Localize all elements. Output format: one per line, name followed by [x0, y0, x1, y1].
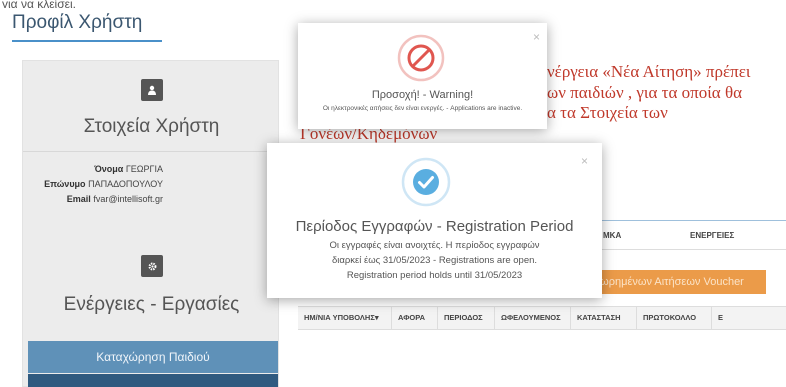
first-name-line: Όνομα ΓΕΩΡΓΙΑ: [23, 164, 163, 174]
email-value: fvar@intellisoft.gr: [93, 194, 163, 204]
registration-period-modal: × Περίοδος Εγγραφών - Registration Perio…: [267, 143, 602, 298]
title-underline: [12, 40, 162, 42]
user-sidebar-panel: Στοιχεία Χρήστη Όνομα ΓΕΩΡΓΙΑ Επώνυμο ΠΑ…: [22, 60, 280, 387]
notice-line-2: ων παιδιών , για τα οποία θα: [547, 83, 742, 102]
first-name-value: ΓΕΩΡΓΙΑ: [125, 164, 163, 174]
page-title: Προφίλ Χρήστη: [12, 12, 143, 33]
children-table-bottom-rule: [600, 249, 786, 250]
user-details-heading: Στοιχεία Χρήστη: [83, 116, 220, 137]
col-submission-date[interactable]: ΗΜ/ΝΙΑ ΥΠΟΒΟΛΗΣ▾: [298, 307, 392, 329]
notice-line-1: νέργεια «Νέα Αίτηση» πρέπει: [547, 62, 751, 81]
col-status[interactable]: ΚΑΤΑΣΤΑΣΗ: [571, 307, 637, 329]
registration-modal-message: Οι εγγραφές είναι ανοιχτές. Η περίοδος ε…: [329, 240, 540, 281]
check-circle-icon: [401, 157, 451, 207]
next-sidebar-button[interactable]: [28, 374, 278, 387]
last-name-value: ΠΑΠΑΔΟΠΟΥΛΟΥ: [88, 179, 163, 189]
notice-line-3: α τα Στοιχεία των: [547, 103, 668, 122]
col-period[interactable]: ΠΕΡΙΟΔΟΣ: [438, 307, 495, 329]
col-extra[interactable]: Ε: [712, 307, 786, 329]
first-name-label: Όνομα: [94, 164, 124, 174]
ban-icon: [397, 34, 445, 82]
warning-modal-title: Προσοχή! - Warning!: [371, 89, 474, 101]
children-table-top-rule: [600, 220, 786, 221]
gear-icon: [141, 255, 163, 277]
voucher-applications-button[interactable]: ωρημένων Αιτήσεων Voucher: [578, 270, 766, 294]
register-child-button[interactable]: Καταχώρηση Παιδιού: [28, 341, 278, 373]
registration-modal-title: Περίοδος Εγγραφών - Registration Period: [295, 218, 574, 235]
applications-table-header: ΗΜ/ΝΙΑ ΥΠΟΒΟΛΗΣ▾ ΑΦΟΡΑ ΠΕΡΙΟΔΟΣ ΩΦΕΛΟΥΜΕ…: [298, 306, 786, 330]
col-protocol[interactable]: ΠΡΩΤΟΚΟΛΛΟ: [637, 307, 712, 329]
warning-modal-close-icon[interactable]: ×: [533, 31, 540, 43]
divider: [23, 151, 280, 152]
email-line: Email fvar@intellisoft.gr: [23, 194, 163, 204]
last-name-line: Επώνυμο ΠΑΠΑΔΟΠΟΥΛΟΥ: [23, 179, 163, 189]
actions-heading: Ενέργειες - Εργασίες: [63, 294, 240, 315]
email-label: Email: [66, 194, 91, 204]
col-beneficiary[interactable]: ΩΦΕΛΟΥΜΕΝΟΣ: [495, 307, 571, 329]
children-table-header-actions: ΕΝΕΡΓΕΙΕΣ: [690, 231, 735, 240]
registration-modal-close-icon[interactable]: ×: [581, 155, 588, 167]
warning-modal: × Προσοχή! - Warning! Οι ηλεκτρονικές αι…: [298, 23, 547, 129]
warning-modal-message: Οι ηλεκτρονικές αιτήσεις δεν είναι ενεργ…: [322, 105, 523, 112]
col-subject[interactable]: ΑΦΟΡΑ: [392, 307, 438, 329]
top-strip-text: για να κλείσει.: [0, 0, 786, 8]
children-table-header-mka: ΜΚΑ: [603, 231, 622, 240]
user-icon: [141, 79, 163, 101]
last-name-label: Επώνυμο: [44, 179, 86, 189]
